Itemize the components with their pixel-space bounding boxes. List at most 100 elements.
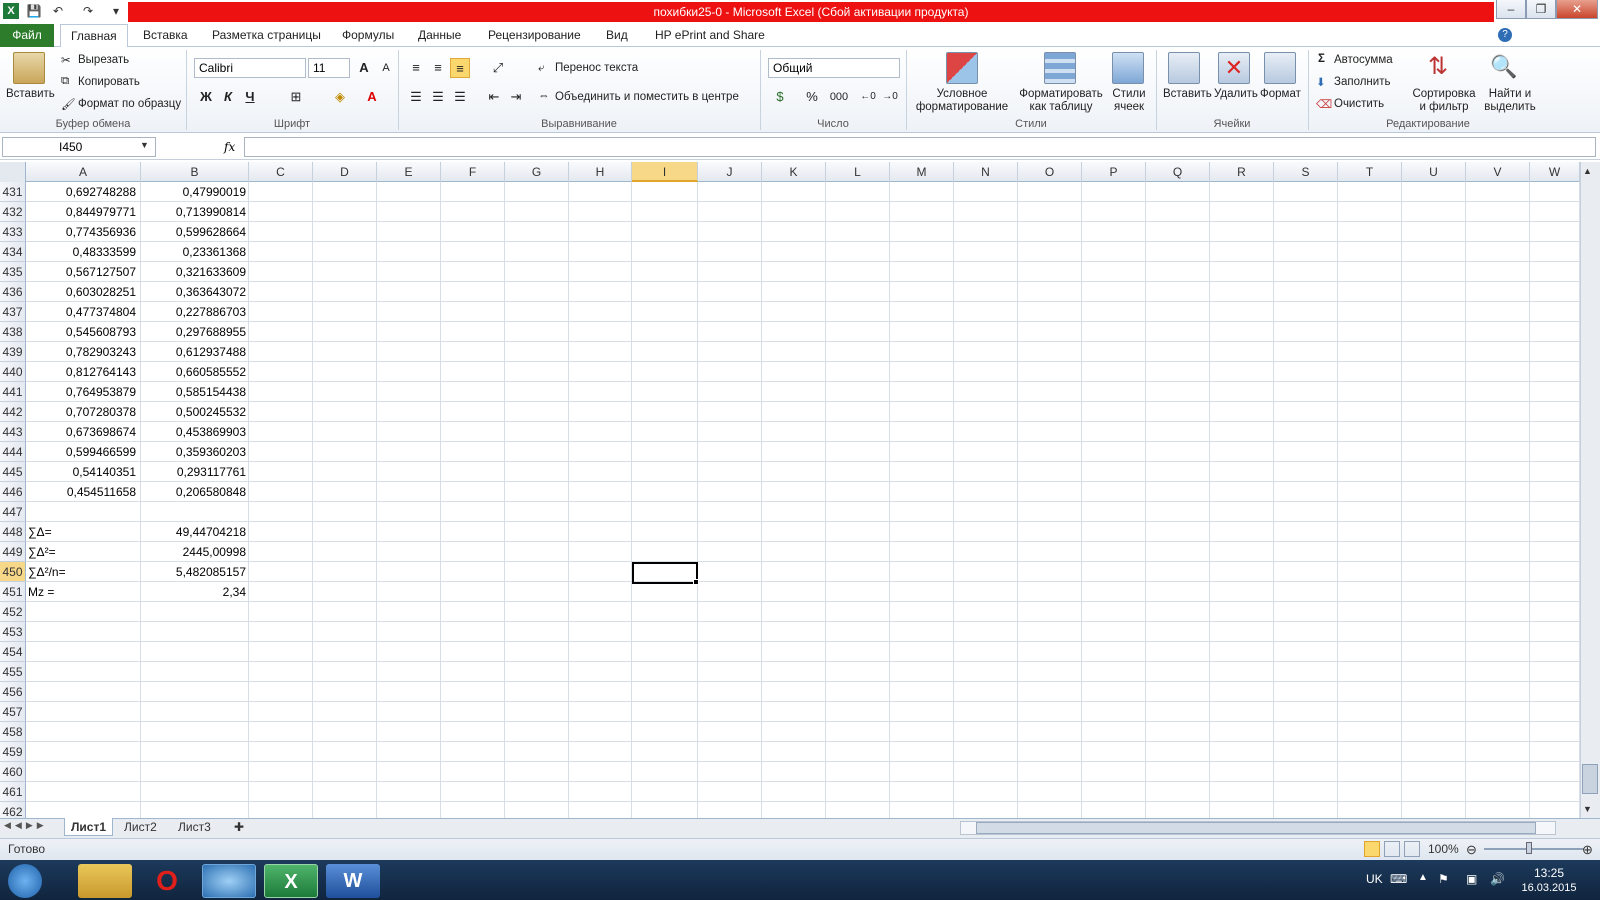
cell-A460[interactable] [28, 762, 139, 782]
cell-B434[interactable]: 0,23361368 [141, 242, 249, 262]
currency-icon[interactable]: $ [770, 87, 790, 107]
wrap-text-icon[interactable]: ⤶ [538, 62, 544, 75]
row-header[interactable]: 433 [0, 222, 26, 242]
cell-A443[interactable]: 0,673698674 [28, 422, 139, 442]
binoculars-icon[interactable]: 🔍 [1490, 54, 1517, 80]
align-right-icon[interactable]: ☰ [450, 87, 470, 107]
name-box-dropdown-icon[interactable]: ▼ [140, 140, 149, 150]
delete-cells-icon[interactable]: ✕ [1218, 52, 1250, 84]
cell-B441[interactable]: 0,585154438 [141, 382, 249, 402]
save-icon[interactable]: 💾 [26, 3, 42, 19]
column-header-N[interactable]: N [954, 162, 1018, 182]
column-header-P[interactable]: P [1082, 162, 1146, 182]
row-header[interactable]: 440 [0, 362, 26, 382]
cell-B451[interactable]: 2,34 [141, 582, 249, 602]
opera-icon[interactable]: O [140, 864, 194, 898]
row-header[interactable]: 441 [0, 382, 26, 402]
shrink-font-icon[interactable]: A [376, 58, 396, 78]
tab-hp-eprint[interactable]: HP ePrint and Share [645, 24, 775, 47]
explorer-icon[interactable] [78, 864, 132, 898]
keyboard-icon[interactable]: ⌨ [1390, 872, 1407, 886]
cell-B455[interactable] [141, 662, 249, 682]
column-header-G[interactable]: G [505, 162, 569, 182]
cell-A432[interactable]: 0,844979771 [28, 202, 139, 222]
column-header-L[interactable]: L [826, 162, 890, 182]
cell-A434[interactable]: 0,48333599 [28, 242, 139, 262]
conditional-formatting-line2[interactable]: форматирование [906, 101, 1018, 113]
row-header[interactable]: 442 [0, 402, 26, 422]
tab-view[interactable]: Вид [596, 24, 638, 47]
cell-B458[interactable] [141, 722, 249, 742]
font-color-icon[interactable]: A [362, 87, 382, 107]
zoom-in-icon[interactable]: ⊕ [1582, 842, 1593, 858]
tab-home[interactable]: Главная [60, 24, 128, 48]
clock-time[interactable]: 13:25 [1524, 866, 1574, 880]
cell-B454[interactable] [141, 642, 249, 662]
column-header-C[interactable]: C [249, 162, 313, 182]
copy-icon[interactable]: ⧉ [61, 75, 69, 88]
cell-styles-line1[interactable]: Стили [1104, 88, 1154, 100]
tab-file[interactable]: Файл [0, 24, 54, 47]
autosum-button[interactable]: Автосумма [1334, 54, 1393, 66]
cell-A447[interactable] [28, 502, 139, 522]
column-header-U[interactable]: U [1402, 162, 1466, 182]
cell-A441[interactable]: 0,764953879 [28, 382, 139, 402]
row-header[interactable]: 453 [0, 622, 26, 642]
tab-page-layout[interactable]: Разметка страницы [202, 24, 331, 47]
page-layout-view-icon[interactable] [1384, 841, 1400, 857]
merge-center-button[interactable]: Объединить и поместить в центре [555, 91, 739, 103]
fill-color-icon[interactable]: ◈ [330, 87, 350, 107]
merge-icon[interactable]: ⇔ [538, 90, 550, 102]
cell-B431[interactable]: 0,47990019 [141, 182, 249, 202]
row-header[interactable]: 435 [0, 262, 26, 282]
start-button-icon[interactable] [8, 864, 42, 898]
sheet-nav-icon[interactable]: ◀◀▶▶ [4, 820, 48, 831]
column-header-H[interactable]: H [569, 162, 632, 182]
cell-A452[interactable] [28, 602, 139, 622]
cell-B447[interactable] [141, 502, 249, 522]
cell-A459[interactable] [28, 742, 139, 762]
fill-button[interactable]: Заполнить [1334, 76, 1390, 88]
vertical-scrollbar[interactable] [1580, 162, 1600, 818]
scroll-down-icon[interactable]: ▼ [1583, 804, 1592, 814]
column-header-K[interactable]: K [762, 162, 826, 182]
restore-icon[interactable]: ❐ [1526, 0, 1556, 19]
name-box[interactable]: I450 [2, 137, 156, 157]
cell-B450[interactable]: 5,482085157 [141, 562, 249, 582]
number-format-select[interactable]: Общий [768, 58, 900, 78]
insert-function-button[interactable]: fx [224, 140, 235, 154]
column-header-B[interactable]: B [141, 162, 249, 182]
cell-B448[interactable]: 49,44704218 [141, 522, 249, 542]
cell-A440[interactable]: 0,812764143 [28, 362, 139, 382]
cell-A457[interactable] [28, 702, 139, 722]
conditional-formatting-icon[interactable] [946, 52, 978, 84]
tab-insert[interactable]: Вставка [133, 24, 198, 47]
column-header-Q[interactable]: Q [1146, 162, 1210, 182]
zoom-slider[interactable] [1484, 848, 1584, 850]
column-header-T[interactable]: T [1338, 162, 1402, 182]
paste-button[interactable]: Вставить [6, 88, 55, 100]
column-header-W[interactable]: W [1530, 162, 1580, 182]
cell-A458[interactable] [28, 722, 139, 742]
row-header[interactable]: 432 [0, 202, 26, 222]
cell-B445[interactable]: 0,293117761 [141, 462, 249, 482]
row-header[interactable]: 446 [0, 482, 26, 502]
cell-B435[interactable]: 0,321633609 [141, 262, 249, 282]
paste-icon[interactable] [13, 52, 45, 84]
row-header[interactable]: 458 [0, 722, 26, 742]
cell-B449[interactable]: 2445,00998 [141, 542, 249, 562]
clear-button[interactable]: Очистить [1334, 98, 1384, 110]
row-header[interactable]: 434 [0, 242, 26, 262]
active-cell-I450[interactable] [632, 562, 698, 584]
sort-filter-line1[interactable]: Сортировка [1406, 88, 1482, 100]
cell-A449[interactable]: ∑Δ²= [28, 542, 139, 562]
page-break-view-icon[interactable] [1404, 841, 1420, 857]
cell-B436[interactable]: 0,363643072 [141, 282, 249, 302]
cell-A448[interactable]: ∑Δ= [28, 522, 139, 542]
help-icon[interactable]: ? [1498, 28, 1512, 42]
tab-formulas[interactable]: Формулы [332, 24, 404, 47]
network-icon[interactable]: ▣ [1466, 872, 1477, 886]
zoom-slider-thumb[interactable] [1526, 842, 1532, 854]
bold-button[interactable]: Ж [196, 87, 216, 107]
cell-B444[interactable]: 0,359360203 [141, 442, 249, 462]
